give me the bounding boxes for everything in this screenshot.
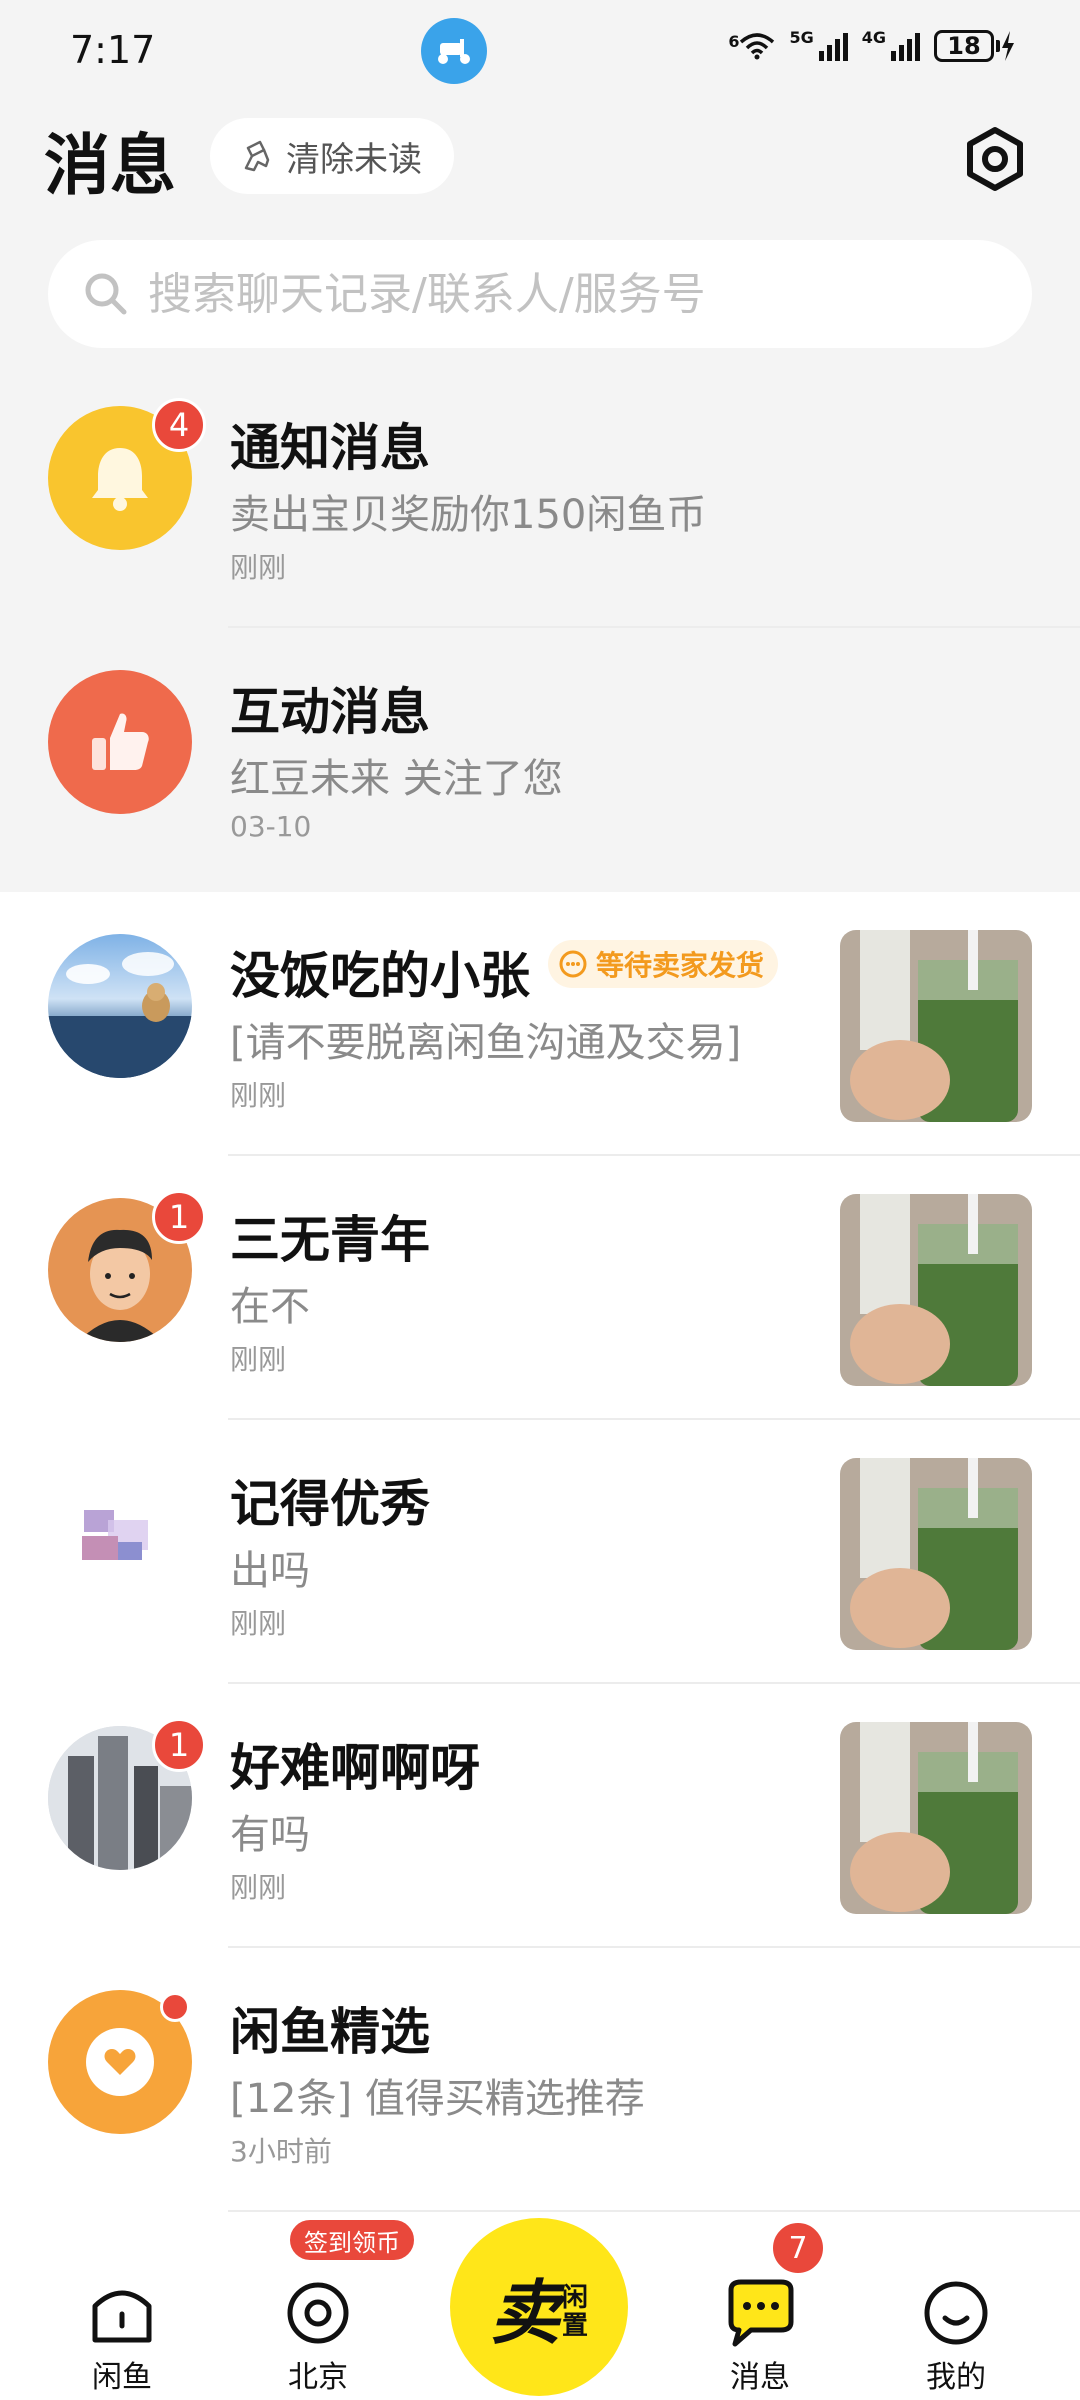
signal-4g-icon: 4G <box>861 28 920 61</box>
user-avatar <box>48 934 192 1078</box>
sell-sub-label-1: 闲 <box>561 2283 588 2313</box>
row-time: 03-10 <box>230 810 312 843</box>
messages-badge: 7 <box>770 2220 826 2276</box>
sell-button[interactable]: 卖 闲 置 <box>450 2218 628 2396</box>
thumbs-up-icon <box>92 713 149 770</box>
order-status-tag: 等待卖家发货 <box>548 940 779 988</box>
nav-messages[interactable]: 消息 <box>700 2278 820 2396</box>
user-avatar <box>48 1462 192 1606</box>
status-time: 7:17 <box>70 28 156 72</box>
row-name: 三无青年 <box>230 1211 430 1269</box>
scooter-app-icon <box>421 18 487 84</box>
bottom-nav: 闲鱼 北京 签到领币 卖 闲 置 消息 7 我的 <box>0 2218 1080 2400</box>
chat-row[interactable]: 1 三无青年 在不 刚刚 <box>0 1156 1080 1420</box>
broom-icon <box>244 140 270 172</box>
nav-messages-label: 消息 <box>730 2360 790 2395</box>
row-name: 互动消息 <box>230 683 430 741</box>
search-icon <box>85 273 127 315</box>
chat-row[interactable]: 没饭吃的小张 等待卖家发货 [请不要脱离闲鱼沟通及交易] 刚刚 <box>0 892 1080 1156</box>
row-message: [请不要脱离闲鱼沟通及交易] <box>230 1020 742 1066</box>
row-name: 没饭吃的小张 <box>230 947 530 1005</box>
nav-city[interactable]: 北京 <box>258 2278 378 2396</box>
search-input[interactable] <box>148 268 1008 320</box>
chat-row[interactable]: 1 好难啊啊呀 有吗 刚刚 <box>0 1684 1080 1948</box>
row-time: 刚刚 <box>230 1343 287 1376</box>
sell-sub-label-2: 置 <box>561 2311 588 2341</box>
sell-main-label: 卖 <box>489 2271 560 2354</box>
nav-home[interactable]: 闲鱼 <box>62 2278 182 2396</box>
row-message: [12条] 值得买精选推荐 <box>230 2076 645 2122</box>
heart-icon <box>86 2028 154 2096</box>
order-status-label: 等待卖家发货 <box>596 949 765 982</box>
row-divider <box>228 2210 1080 2212</box>
interaction-avatar <box>48 670 192 814</box>
row-name: 好难啊啊呀 <box>230 1739 480 1797</box>
product-thumbnail <box>840 930 1032 1122</box>
home-icon <box>92 2290 152 2343</box>
settings-icon <box>967 127 1023 191</box>
wifi-label: 6 <box>728 32 740 51</box>
status-bar: 7:17 6 5G 4G 18 <box>0 0 1080 100</box>
row-time: 刚刚 <box>230 551 287 584</box>
battery-level: 18 <box>934 30 994 62</box>
row-time: 刚刚 <box>230 1079 287 1112</box>
chat-bubble-icon <box>728 2279 794 2347</box>
signal-5g-icon: 5G <box>789 28 848 61</box>
product-thumbnail <box>840 1458 1032 1650</box>
row-message: 有吗 <box>230 1812 310 1858</box>
row-time: 刚刚 <box>230 1607 287 1640</box>
row-message: 红豆未来 关注了您 <box>230 756 563 802</box>
wifi-icon: 6 <box>728 32 775 60</box>
nav-city-label: 北京 <box>288 2360 348 2395</box>
unread-badge: 4 <box>152 398 206 452</box>
product-thumbnail <box>840 1194 1032 1386</box>
row-time: 3小时前 <box>230 2135 332 2168</box>
charging-icon <box>1002 31 1014 61</box>
row-message: 出吗 <box>230 1548 310 1594</box>
signal-5g-label: 5G <box>789 28 814 47</box>
bell-icon <box>92 448 148 511</box>
chat-row[interactable]: 记得优秀 出吗 刚刚 <box>0 1420 1080 1684</box>
search-bar[interactable] <box>48 240 1032 348</box>
notification-row[interactable]: 4 通知消息 卖出宝贝奖励你150闲鱼币 刚刚 <box>0 364 1080 628</box>
unread-badge: 1 <box>152 1718 206 1772</box>
product-thumbnail <box>840 1722 1032 1914</box>
nav-mine-label: 我的 <box>926 2360 986 2395</box>
page-title: 消息 <box>44 127 176 204</box>
unread-dot <box>160 1992 190 2022</box>
signal-4g-label: 4G <box>861 28 886 47</box>
unread-badge: 1 <box>152 1190 206 1244</box>
clear-unread-button[interactable]: 清除未读 <box>210 118 454 194</box>
nav-home-label: 闲鱼 <box>92 2360 152 2395</box>
row-name: 记得优秀 <box>230 1475 430 1533</box>
checkin-coins-chip[interactable]: 签到领币 <box>288 2218 416 2262</box>
settings-button[interactable] <box>960 124 1030 194</box>
clear-unread-label: 清除未读 <box>286 139 422 180</box>
row-time: 刚刚 <box>230 1871 287 1904</box>
row-name: 通知消息 <box>230 419 430 477</box>
profile-face-icon <box>924 2281 988 2345</box>
battery-icon: 18 <box>934 30 1016 62</box>
nav-mine[interactable]: 我的 <box>896 2278 1016 2396</box>
location-icon <box>287 2282 349 2344</box>
interaction-row[interactable]: 互动消息 红豆未来 关注了您 03-10 <box>0 628 1080 892</box>
featured-row[interactable]: 闲鱼精选 [12条] 值得买精选推荐 3小时前 <box>0 1948 1080 2212</box>
pending-icon <box>559 950 587 978</box>
row-message: 卖出宝贝奖励你150闲鱼币 <box>230 492 707 538</box>
row-message: 在不 <box>230 1284 310 1330</box>
row-name: 闲鱼精选 <box>230 2003 430 2061</box>
